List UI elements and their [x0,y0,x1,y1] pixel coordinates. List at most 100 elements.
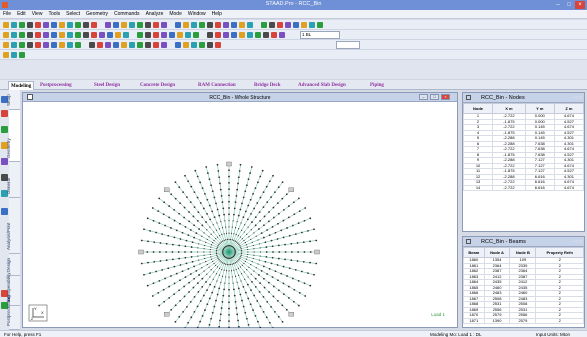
menu-analyze[interactable]: Analyze [143,10,167,19]
close-button[interactable]: × [575,1,585,9]
toolbar-icon[interactable] [277,22,283,28]
toolbar-icon[interactable] [113,42,119,48]
toolbar-icon[interactable] [175,22,181,28]
toolbar-icon[interactable] [75,22,81,28]
column-header[interactable]: X m [492,103,526,114]
table-cell[interactable]: 6.616 [524,184,555,191]
toolbar-icon[interactable] [67,32,73,38]
toolbar-icon[interactable] [269,22,275,28]
tab-general[interactable]: General [6,162,20,198]
view-minimize-button[interactable]: – [419,94,428,100]
view-maximize-button[interactable]: □ [430,94,439,100]
toolbar-icon[interactable] [231,22,237,28]
tab-bridge-deck[interactable]: Bridge Deck [252,81,283,90]
table-cell[interactable]: 4.674 [553,184,585,191]
toolbar-icon[interactable] [247,32,253,38]
toolbar-icon[interactable] [51,32,57,38]
toolbar-icon[interactable] [75,32,81,38]
toolbar-icon[interactable] [317,22,323,28]
toolbar-icon[interactable] [153,22,159,28]
tab-concrete-design[interactable]: Concrete Design [138,81,177,90]
menu-geometry[interactable]: Geometry [83,10,111,19]
menu-window[interactable]: Window [185,10,209,19]
column-header[interactable]: Node A [483,247,511,258]
column-header[interactable]: Beam [463,247,485,258]
tab-analysis-print[interactable]: Analysis/Print [6,198,20,254]
tab-ram-connection[interactable]: RAM Connection [196,81,238,90]
toolbar-icon[interactable] [223,32,229,38]
toolbar-icon[interactable] [207,32,213,38]
maximize-button[interactable]: □ [564,1,574,9]
toolbar-icon[interactable] [105,22,111,28]
page-icon[interactable] [1,110,8,117]
toolbar-icon[interactable] [185,32,191,38]
toolbar-icon[interactable] [121,42,127,48]
tab-piping[interactable]: Piping [368,81,386,90]
toolbar-icon[interactable] [231,32,237,38]
minimize-button[interactable]: – [553,1,563,9]
toolbar-icon[interactable] [145,22,151,28]
toolbar-icon[interactable] [161,32,167,38]
tab-steel-design[interactable]: Steel Design [92,81,122,90]
filter-select[interactable]: 1 BL [300,31,340,39]
table-row[interactable]: 1871 1390 2579 2 [463,317,584,324]
toolbar-icon[interactable] [199,42,205,48]
tab-postprocessing[interactable]: Postprocessing [38,81,74,90]
toolbar-icon[interactable] [11,42,17,48]
toolbar-icon[interactable] [137,22,143,28]
menu-file[interactable]: File [0,10,14,19]
column-header[interactable]: Node [462,103,494,114]
toolbar-icon[interactable] [19,32,25,38]
toolbar-icon[interactable] [199,22,205,28]
page-icon[interactable] [1,158,8,165]
toolbar-icon[interactable] [215,32,221,38]
toolbar-icon[interactable] [123,32,129,38]
toolbar-icon[interactable] [263,32,269,38]
toolbar-icon[interactable] [191,42,197,48]
toolbar-icon[interactable] [183,22,189,28]
toolbar-icon[interactable] [279,32,285,38]
nodes-window-buttons[interactable]: – □ × [572,95,582,100]
menu-commands[interactable]: Commands [111,10,143,19]
toolbar-icon[interactable] [293,22,299,28]
view-close-button[interactable]: × [441,94,450,100]
toolbar-icon[interactable] [51,42,57,48]
toolbar-icon[interactable] [239,22,245,28]
toolbar-icon[interactable] [145,42,151,48]
tab-setup[interactable]: Setup [6,90,20,110]
beams-table-window[interactable]: RCC_Bin - Beams – □ × Beam Node A Node B Pr… [462,236,585,328]
toolbar-icon[interactable] [145,32,151,38]
toolbar-icon[interactable] [261,22,267,28]
toolbar-icon[interactable] [91,32,97,38]
table-row[interactable]: 14 -2.722 6.616 4.674 [462,184,585,191]
toolbar-icon[interactable] [43,42,49,48]
toolbar-icon[interactable] [153,32,159,38]
toolbar-icon[interactable] [301,22,307,28]
toolbar-icon[interactable] [175,42,181,48]
toolbar-icon[interactable] [271,32,277,38]
toolbar-icon[interactable] [89,42,95,48]
page-icon[interactable] [1,208,8,215]
toolbar-icon[interactable] [207,42,213,48]
table-cell[interactable]: 2579 [509,317,537,324]
tab-postprocessing-page[interactable]: Postprocessing [6,295,20,330]
tab-modeling[interactable]: Modeling [8,81,35,90]
toolbar-icon[interactable] [11,32,17,38]
toolbar-icon[interactable] [3,32,9,38]
toolbar-icon[interactable] [35,32,41,38]
page-icon[interactable] [1,126,8,133]
toolbar-icon[interactable] [19,52,25,58]
toolbar-icon[interactable] [161,22,167,28]
toolbar-icon[interactable] [113,22,119,28]
model-canvas[interactable]: XYZ [23,102,457,328]
toolbar-icon[interactable] [107,32,113,38]
toolbar-icon[interactable] [27,22,33,28]
toolbar-icon[interactable] [129,22,135,28]
toolbar-icon[interactable] [27,32,33,38]
toolbar-icon[interactable] [223,22,229,28]
toolbar-icon[interactable] [97,42,103,48]
toolbar-icon[interactable] [3,52,9,58]
toolbar-icon[interactable] [183,42,189,48]
toolbar-icon[interactable] [59,22,65,28]
toolbar-icon[interactable] [83,32,89,38]
